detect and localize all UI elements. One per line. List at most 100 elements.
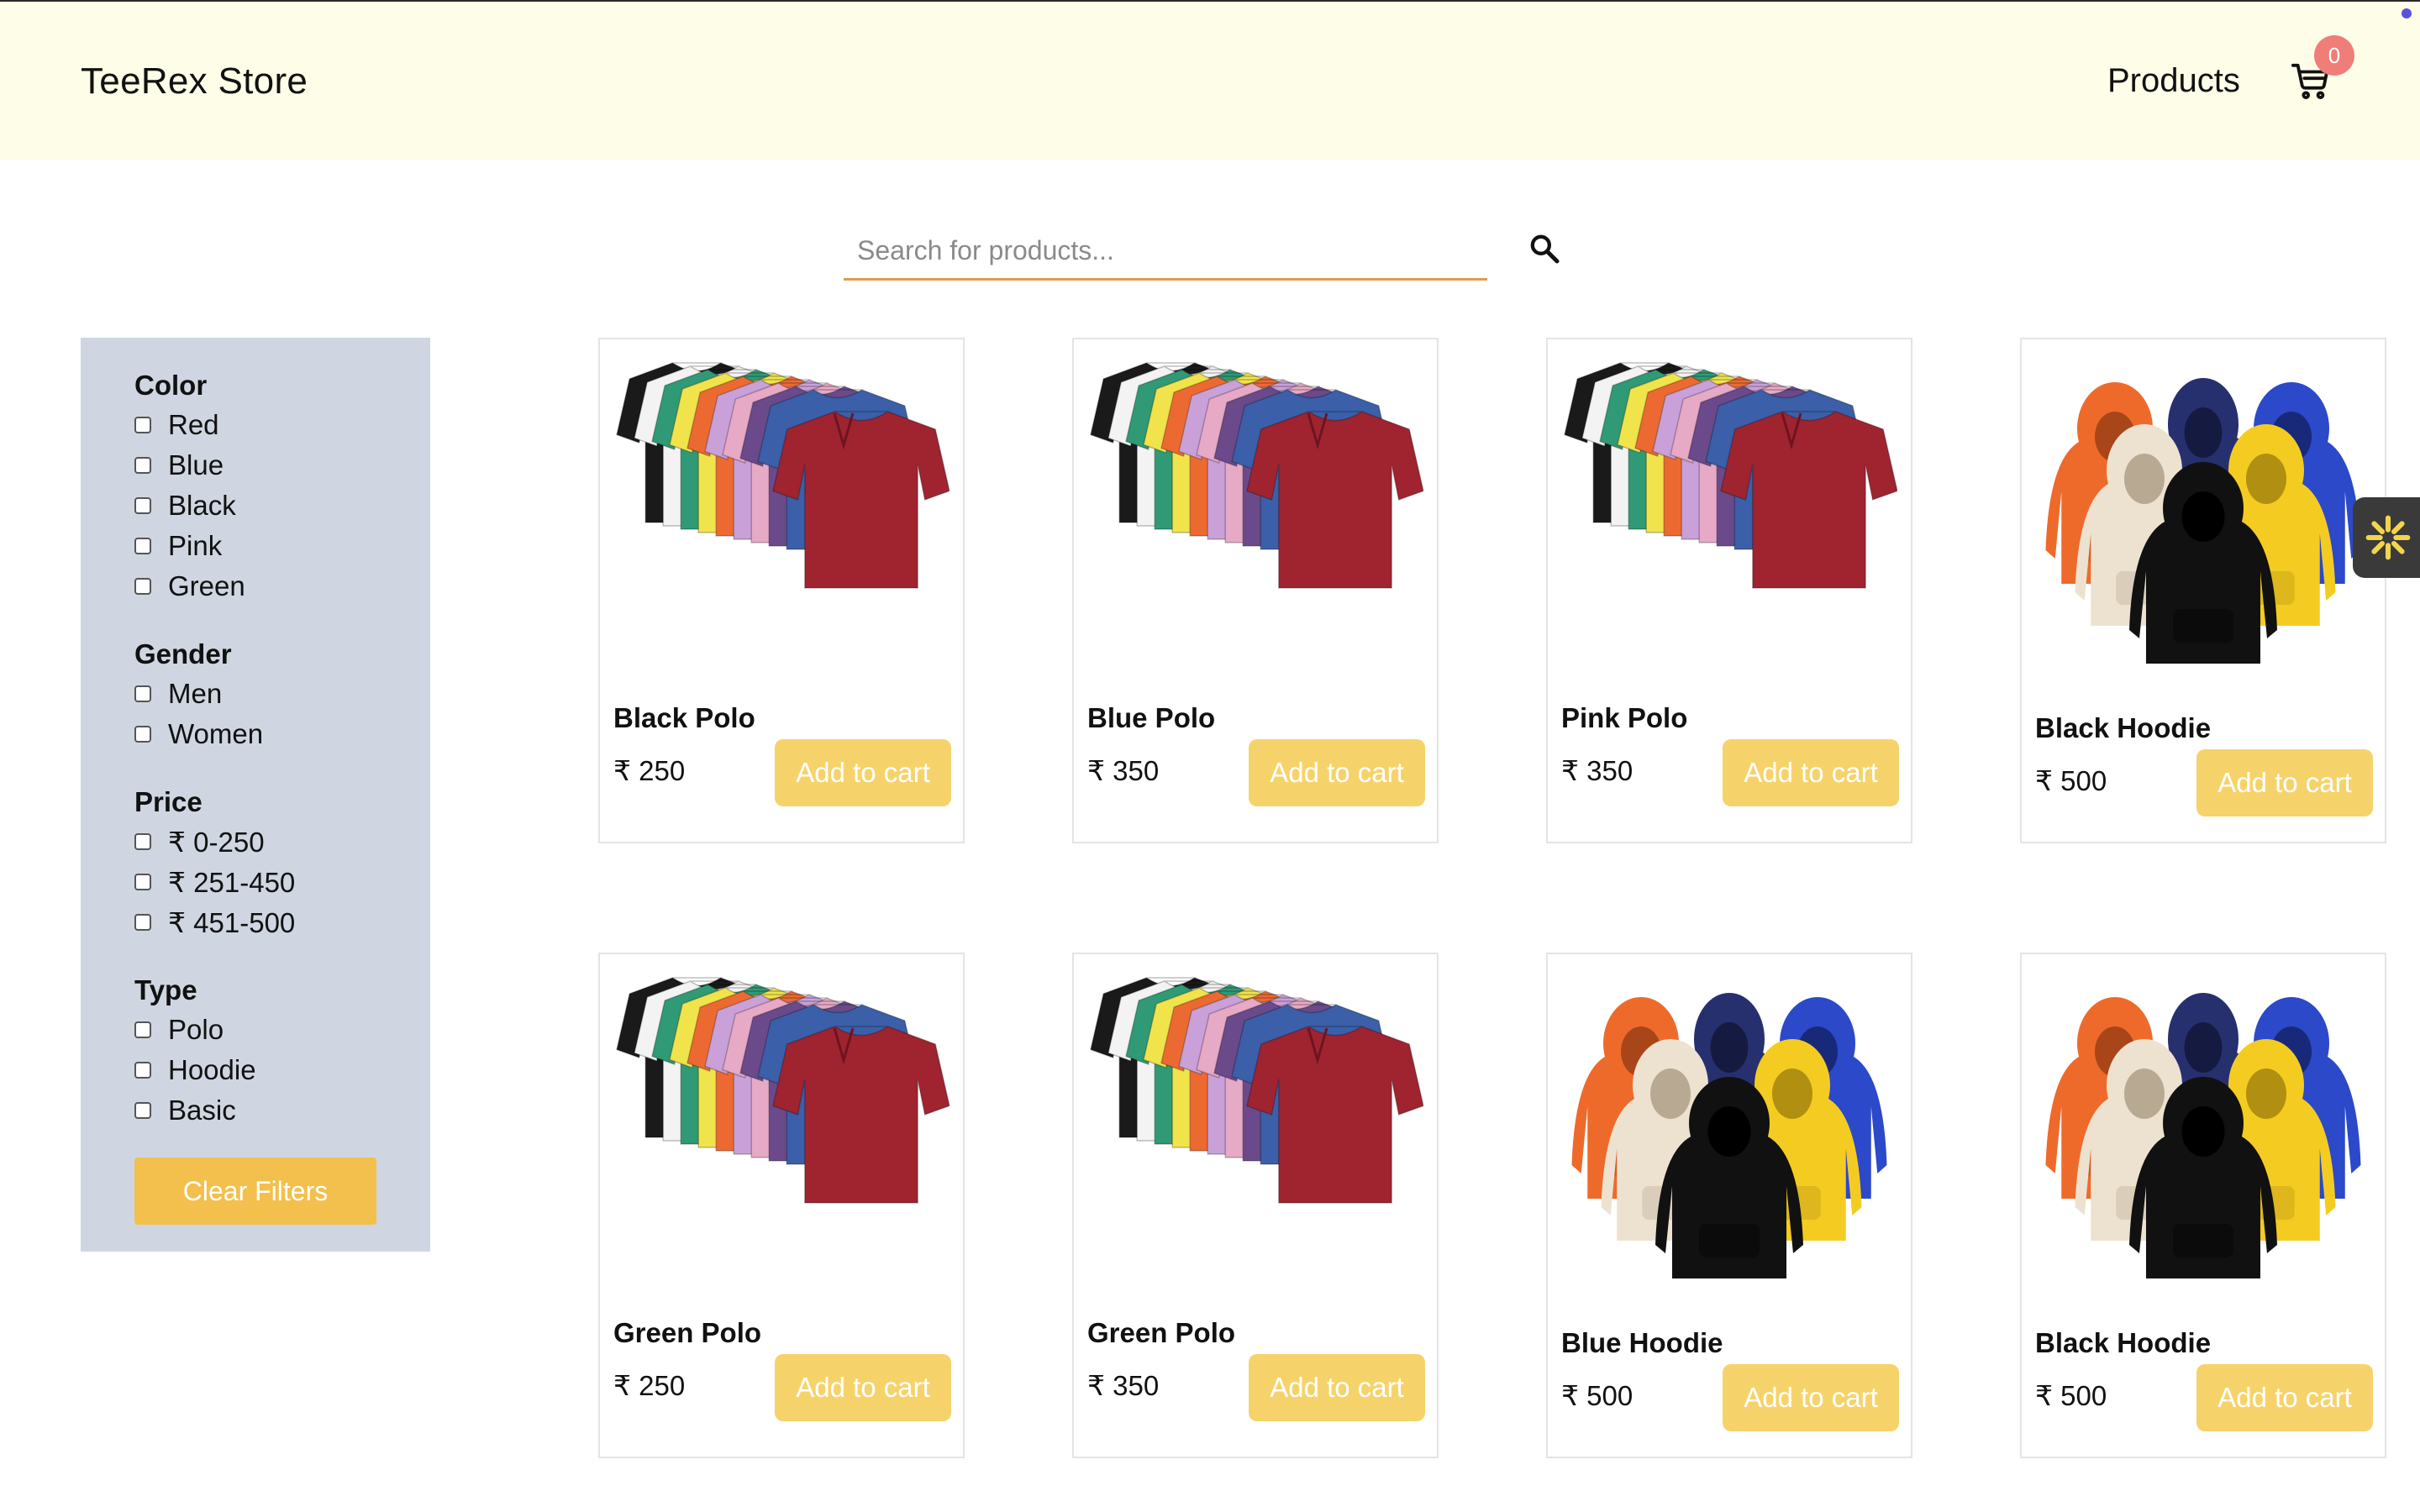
checkbox[interactable] xyxy=(134,497,151,514)
checkbox[interactable] xyxy=(134,457,151,474)
filter-option-label: Basic xyxy=(168,1095,236,1126)
polo-shirts-image xyxy=(1090,977,1423,1204)
product-price: ₹ 500 xyxy=(2035,765,2107,796)
filter-option-label: ₹ 0-250 xyxy=(168,826,265,858)
cart-count-badge: 0 xyxy=(2314,35,2354,76)
add-to-cart-button[interactable]: Add to cart xyxy=(1249,739,1425,806)
product-image[interactable] xyxy=(2035,353,2371,689)
search-input[interactable] xyxy=(844,223,1487,281)
filter-option-label: ₹ 451-500 xyxy=(168,906,296,938)
add-to-cart-button[interactable]: Add to cart xyxy=(2196,1364,2373,1431)
filter-option-label: Pink xyxy=(168,530,223,561)
filter-option-label: Green xyxy=(168,570,245,601)
checkbox[interactable] xyxy=(134,538,151,554)
add-to-cart-button[interactable]: Add to cart xyxy=(2196,749,2373,816)
product-card[interactable]: Blue Polo ₹ 350 Add to cart xyxy=(1072,338,1439,843)
product-name: Green Polo xyxy=(1087,1317,1236,1348)
product-name: Pink Polo xyxy=(1561,702,1688,733)
status-dot xyxy=(2402,8,2412,18)
checkbox[interactable] xyxy=(134,1021,151,1038)
product-image[interactable] xyxy=(613,968,950,1304)
filter-type-hoodie[interactable]: Hoodie xyxy=(134,1053,256,1087)
product-card[interactable]: Pink Polo ₹ 350 Add to cart xyxy=(1546,338,1912,843)
product-name: Blue Hoodie xyxy=(1561,1327,1723,1358)
product-name: Black Hoodie xyxy=(2035,712,2212,743)
product-price: ₹ 250 xyxy=(613,755,686,786)
product-card[interactable]: Green Polo ₹ 250 Add to cart xyxy=(598,953,965,1458)
product-card[interactable]: Green Polo ₹ 350 Add to cart xyxy=(1072,953,1439,1458)
product-price: ₹ 350 xyxy=(1561,755,1634,786)
add-to-cart-button[interactable]: Add to cart xyxy=(1723,739,1899,806)
side-widget-tab[interactable] xyxy=(2353,497,2420,578)
hoodies-image xyxy=(2045,378,2361,664)
product-image[interactable] xyxy=(1087,968,1423,1304)
polo-shirts-image xyxy=(616,362,950,589)
product-name: Green Polo xyxy=(613,1317,762,1348)
product-image[interactable] xyxy=(1561,353,1897,689)
filter-option-label: Polo xyxy=(168,1014,224,1045)
filter-title-type: Type xyxy=(134,974,197,1005)
filter-type-polo[interactable]: Polo xyxy=(134,1013,224,1047)
add-to-cart-button[interactable]: Add to cart xyxy=(1723,1364,1899,1431)
product-card[interactable]: Black Hoodie ₹ 500 Add to cart xyxy=(2020,953,2386,1458)
product-image[interactable] xyxy=(1087,353,1423,689)
product-price: ₹ 500 xyxy=(2035,1380,2107,1411)
filter-price-451-500[interactable]: ₹ 451-500 xyxy=(134,906,295,939)
filter-color-green[interactable]: Green xyxy=(134,570,245,603)
filter-title-color: Color xyxy=(134,370,208,401)
checkbox[interactable] xyxy=(134,417,151,433)
product-name: Black Polo xyxy=(613,702,755,733)
filter-option-label: Red xyxy=(168,409,219,440)
add-to-cart-button[interactable]: Add to cart xyxy=(1249,1354,1425,1421)
filter-price-0-250[interactable]: ₹ 0-250 xyxy=(134,825,265,858)
header: TeeRex Store Products 0 xyxy=(0,2,2420,160)
clear-filters-button[interactable]: Clear Filters xyxy=(134,1158,376,1225)
checkbox[interactable] xyxy=(134,914,151,931)
filter-option-label: Hoodie xyxy=(168,1054,256,1085)
filter-price-251-450[interactable]: ₹ 251-450 xyxy=(134,865,295,899)
store-brand[interactable]: TeeRex Store xyxy=(81,60,308,102)
polo-shirts-image xyxy=(1564,362,1897,589)
add-to-cart-button[interactable]: Add to cart xyxy=(775,1354,951,1421)
filter-option-label: ₹ 251-450 xyxy=(168,866,296,898)
checkbox[interactable] xyxy=(134,578,151,595)
filter-option-label: Men xyxy=(168,678,223,709)
product-price: ₹ 350 xyxy=(1087,1370,1160,1401)
nav-products-link[interactable]: Products xyxy=(2107,62,2240,100)
filter-color-blue[interactable]: Blue xyxy=(134,449,224,482)
checkbox[interactable] xyxy=(134,1102,151,1119)
polo-shirts-image xyxy=(616,977,950,1204)
filter-option-label: Women xyxy=(168,718,264,749)
checkbox[interactable] xyxy=(134,726,151,743)
sparkle-icon xyxy=(2365,515,2411,560)
product-name: Blue Polo xyxy=(1087,702,1216,733)
hoodies-image xyxy=(1571,993,1887,1278)
product-image[interactable] xyxy=(2035,968,2371,1304)
product-name: Black Hoodie xyxy=(2035,1327,2212,1358)
product-price: ₹ 250 xyxy=(613,1370,686,1401)
filter-color-pink[interactable]: Pink xyxy=(134,529,222,563)
filter-gender-men[interactable]: Men xyxy=(134,677,222,711)
hoodies-image xyxy=(2045,993,2361,1278)
search-icon[interactable] xyxy=(1528,232,1561,265)
polo-shirts-image xyxy=(1090,362,1423,589)
add-to-cart-button[interactable]: Add to cart xyxy=(775,739,951,806)
filter-color-red[interactable]: Red xyxy=(134,408,219,442)
product-card[interactable]: Black Hoodie ₹ 500 Add to cart xyxy=(2020,338,2386,843)
product-card[interactable]: Black Polo ₹ 250 Add to cart xyxy=(598,338,965,843)
filter-type-basic[interactable]: Basic xyxy=(134,1094,236,1127)
filter-option-label: Black xyxy=(168,490,236,521)
filter-gender-women[interactable]: Women xyxy=(134,717,263,751)
product-image[interactable] xyxy=(613,353,950,689)
checkbox[interactable] xyxy=(134,1062,151,1079)
product-price: ₹ 500 xyxy=(1561,1380,1634,1411)
filter-color-black[interactable]: Black xyxy=(134,489,236,522)
filter-sidebar: Color Red Blue Black Pink Green Gender M… xyxy=(81,338,430,1252)
filter-title-gender: Gender xyxy=(134,638,232,669)
checkbox[interactable] xyxy=(134,874,151,890)
checkbox[interactable] xyxy=(134,685,151,702)
product-image[interactable] xyxy=(1561,968,1897,1304)
product-price: ₹ 350 xyxy=(1087,755,1160,786)
product-card[interactable]: Blue Hoodie ₹ 500 Add to cart xyxy=(1546,953,1912,1458)
checkbox[interactable] xyxy=(134,833,151,850)
